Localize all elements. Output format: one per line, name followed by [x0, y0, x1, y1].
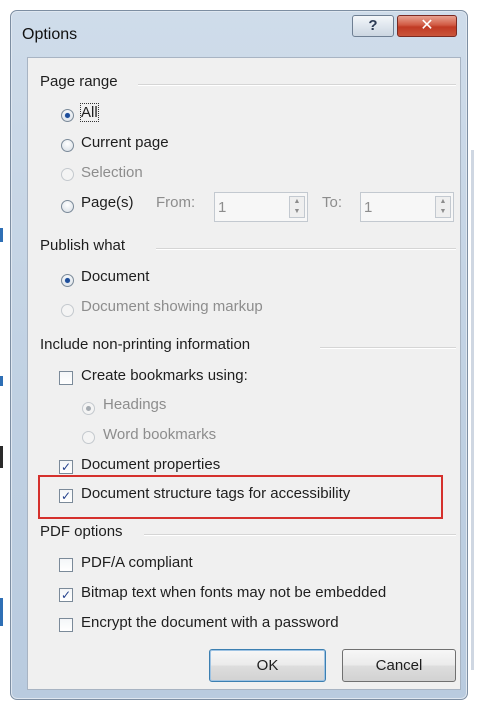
section-divider [156, 248, 456, 250]
radio-word-bookmarks-label: Word bookmarks [103, 426, 217, 443]
spin-down-icon: ▼ [439, 208, 447, 215]
checkmark-icon: ✓ [60, 460, 72, 474]
to-spinner: 1 ▲ ▼ [360, 192, 454, 222]
radio-all-label[interactable]: All [80, 103, 99, 122]
spin-up-icon: ▲ [439, 198, 447, 205]
background-fragment [0, 446, 3, 468]
pdfa-label[interactable]: PDF/A compliant [81, 554, 193, 571]
section-divider [138, 84, 456, 86]
spin-up-icon: ▲ [293, 198, 301, 205]
close-button[interactable]: ✕ [397, 15, 457, 37]
radio-current-page-label[interactable]: Current page [81, 134, 169, 151]
highlight-box [38, 475, 443, 519]
to-label: To: [322, 194, 343, 211]
background-fragment [0, 228, 3, 242]
from-spinner: 1 ▲ ▼ [214, 192, 308, 222]
radio-headings [82, 402, 95, 415]
from-value: 1 [218, 199, 227, 216]
spin-down-icon: ▼ [293, 208, 301, 215]
from-label: From: [156, 194, 196, 211]
bitmap-text-label[interactable]: Bitmap text when fonts may not be embedd… [81, 584, 386, 601]
to-spin-arrows: ▲ ▼ [435, 196, 451, 218]
ok-button[interactable]: OK [209, 649, 326, 682]
bitmap-text-checkbox[interactable]: ✓ [59, 588, 73, 602]
dialog-title: Options [22, 26, 78, 43]
publish-what-header: Publish what [40, 237, 126, 254]
radio-selection [61, 168, 74, 181]
encrypt-checkbox[interactable] [59, 618, 73, 632]
radio-document-markup-label: Document showing markup [81, 298, 263, 315]
radio-pages-label[interactable]: Page(s) [81, 194, 134, 211]
create-bookmarks-label[interactable]: Create bookmarks using: [81, 367, 248, 384]
from-spin-arrows: ▲ ▼ [289, 196, 305, 218]
background-fragment [0, 376, 3, 386]
background-fragment [0, 598, 3, 626]
radio-pages[interactable] [61, 200, 74, 213]
close-icon: ✕ [420, 17, 434, 34]
section-divider [320, 347, 456, 349]
background-fragment [471, 150, 474, 670]
radio-document-markup [61, 304, 74, 317]
radio-current-page[interactable] [61, 139, 74, 152]
radio-document[interactable] [61, 274, 74, 287]
radio-document-label[interactable]: Document [81, 268, 149, 285]
create-bookmarks-checkbox[interactable] [59, 371, 73, 385]
pdfa-checkbox[interactable] [59, 558, 73, 572]
document-properties-checkbox[interactable]: ✓ [59, 460, 73, 474]
radio-selection-label: Selection [81, 164, 143, 181]
radio-word-bookmarks [82, 431, 95, 444]
page-range-header: Page range [40, 73, 118, 90]
encrypt-label[interactable]: Encrypt the document with a password [81, 614, 339, 631]
checkmark-icon: ✓ [60, 588, 72, 602]
document-properties-label[interactable]: Document properties [81, 456, 220, 473]
radio-headings-label: Headings [103, 396, 167, 413]
cancel-button[interactable]: Cancel [342, 649, 456, 682]
to-value: 1 [364, 199, 373, 216]
radio-all[interactable] [61, 109, 74, 122]
section-divider [144, 534, 456, 536]
help-button[interactable]: ? [352, 15, 394, 37]
non-printing-header: Include non-printing information [40, 336, 251, 353]
pdf-options-header: PDF options [40, 523, 123, 540]
